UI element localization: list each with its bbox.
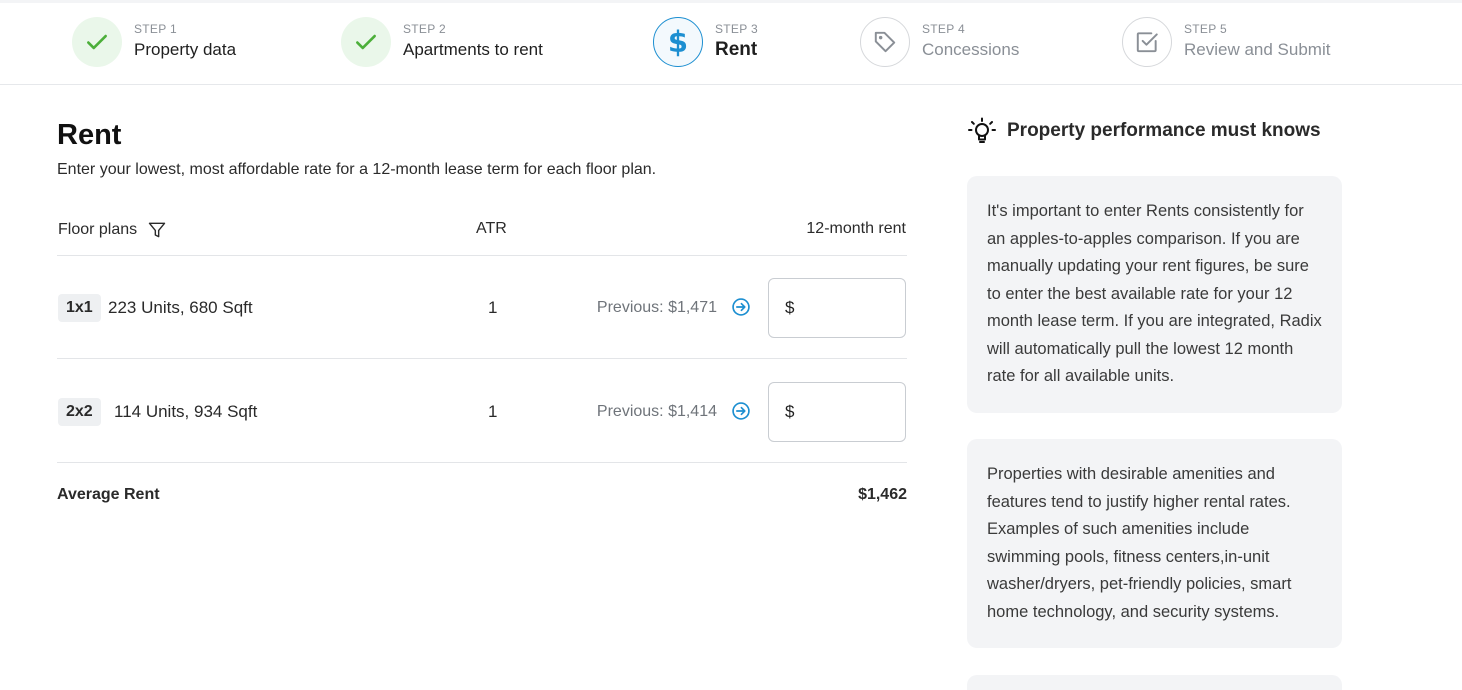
- tip-text: Properties with desirable amenities and …: [987, 465, 1292, 621]
- divider: [57, 462, 907, 463]
- step-4-number: STEP 4: [922, 22, 965, 36]
- step-concessions[interactable]: STEP 4 Concessions: [860, 16, 1019, 68]
- filter-icon[interactable]: [137, 220, 167, 240]
- step-5-number: STEP 5: [1184, 22, 1227, 36]
- step-5-label: Review and Submit: [1184, 40, 1331, 59]
- step-1-badge: [72, 17, 122, 67]
- rent-input-box[interactable]: $: [768, 278, 906, 338]
- check-icon: [356, 34, 376, 50]
- atr-value: 1: [488, 298, 498, 317]
- step-2-badge: [341, 17, 391, 67]
- step-5-badge: [1122, 17, 1172, 67]
- step-review-and-submit[interactable]: STEP 5 Review and Submit: [1122, 16, 1330, 68]
- rent-header: 12-month rent: [806, 220, 906, 237]
- floor-plan-description: 114 Units, 934 Sqft: [114, 402, 258, 421]
- step-apartments-to-rent[interactable]: STEP 2 Apartments to rent: [341, 16, 543, 68]
- rent-input[interactable]: [800, 298, 891, 318]
- sidebar-title: Property performance must knows: [1007, 120, 1321, 141]
- step-1-number: STEP 1: [134, 22, 177, 36]
- tip-card: [967, 675, 1342, 690]
- arrow-right-circle-icon[interactable]: [731, 297, 751, 317]
- tip-card: Properties with desirable amenities and …: [967, 439, 1342, 648]
- divider: [57, 255, 907, 256]
- page-subtitle: Enter your lowest, most affordable rate …: [57, 161, 657, 178]
- table-row: 1x1 223 Units, 680 Sqft 1 Previous: $1,4…: [57, 276, 907, 340]
- rent-input[interactable]: [800, 402, 891, 422]
- currency-symbol: $: [785, 402, 795, 421]
- step-3-number: STEP 3: [715, 22, 758, 36]
- step-3-label: Rent: [715, 39, 758, 60]
- atr-header: ATR: [476, 220, 507, 237]
- tip-card: It's important to enter Rents consistent…: [967, 176, 1342, 413]
- step-property-data[interactable]: STEP 1 Property data: [72, 16, 236, 68]
- page-title: Rent: [57, 119, 122, 151]
- previous-rent: Previous: $1,414: [596, 403, 717, 420]
- average-rent-value: $1,462: [858, 486, 907, 503]
- rent-input-box[interactable]: $: [768, 382, 906, 442]
- dollar-icon: $: [667, 24, 689, 59]
- step-4-badge: [860, 17, 910, 67]
- check-icon: [87, 34, 107, 50]
- progress-stepper: STEP 1 Property data STEP 2 Apartments t…: [0, 0, 1462, 85]
- checkbox-icon: [1136, 32, 1158, 53]
- step-rent[interactable]: $ STEP 3 Rent: [653, 16, 758, 68]
- sidebar-header: Property performance must knows: [967, 116, 1321, 146]
- tip-text: It's important to enter Rents consistent…: [987, 202, 1322, 385]
- previous-rent: Previous: $1,471: [596, 299, 717, 316]
- floor-plan-badge: 2x2: [58, 398, 101, 426]
- step-4-label: Concessions: [922, 40, 1020, 59]
- currency-symbol: $: [785, 298, 795, 317]
- arrow-right-circle-icon[interactable]: [731, 401, 751, 421]
- step-3-badge: $: [653, 17, 703, 67]
- lightbulb-icon: [968, 117, 996, 143]
- step-2-label: Apartments to rent: [403, 40, 543, 59]
- atr-value: 1: [488, 402, 498, 421]
- floor-plan-badge: 1x1: [58, 294, 101, 322]
- floor-plans-header: Floor plans: [58, 220, 167, 240]
- tag-icon: [874, 31, 896, 53]
- divider: [57, 358, 907, 359]
- floor-plan-description: 223 Units, 680 Sqft: [108, 298, 253, 317]
- average-rent-label: Average Rent: [57, 486, 160, 503]
- floor-plans-header-label: Floor plans: [58, 221, 138, 238]
- step-2-number: STEP 2: [403, 22, 446, 36]
- step-1-label: Property data: [134, 40, 237, 59]
- table-row: 2x2 114 Units, 934 Sqft 1 Previous: $1,4…: [57, 380, 907, 444]
